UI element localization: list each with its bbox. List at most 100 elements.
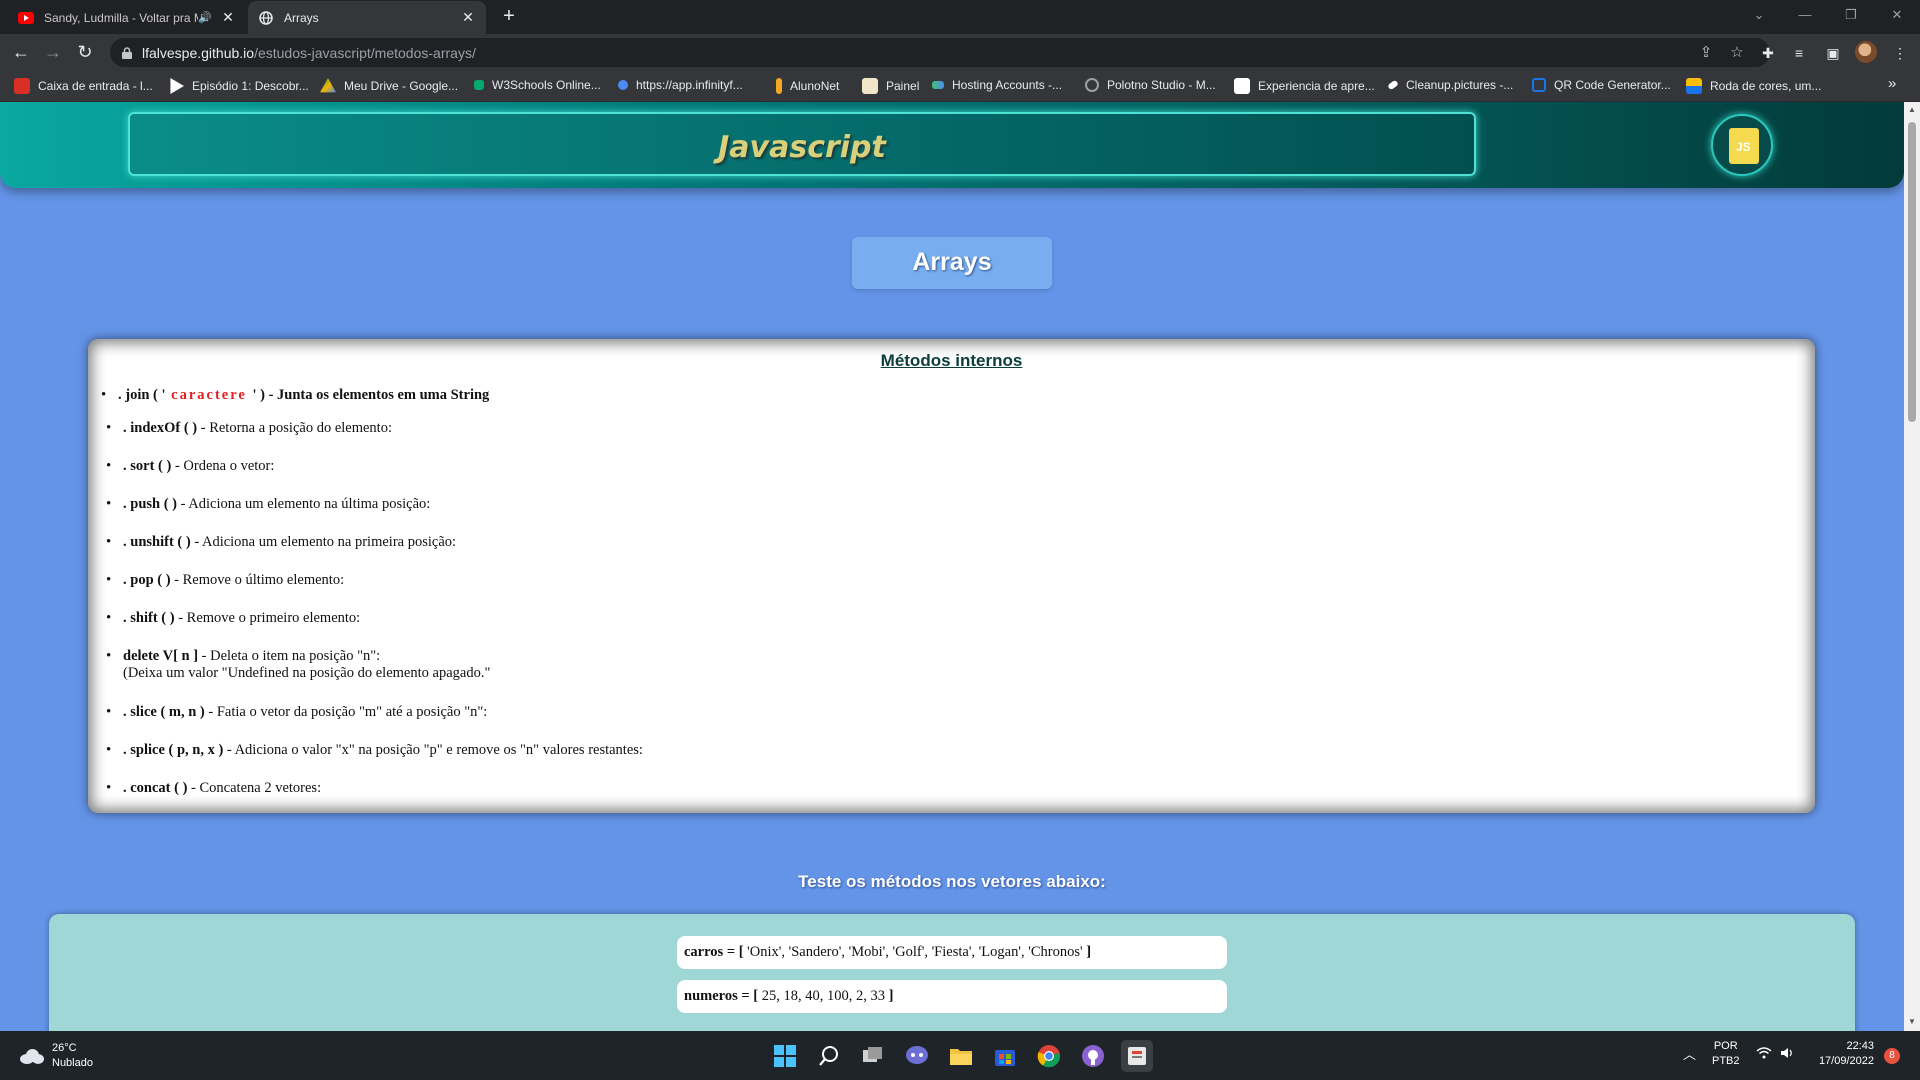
method-unshift: . unshift ( ) - Adiciona um elemento na … <box>106 534 456 551</box>
tab-arrays[interactable]: Arrays ✕ <box>248 1 486 34</box>
chrome-icon[interactable] <box>1033 1040 1065 1072</box>
bookmark-item[interactable]: https://app.infinityf... <box>618 78 743 92</box>
weather-condition: Nublado <box>52 1057 93 1069</box>
forward-button[interactable]: → <box>41 41 65 65</box>
windows-start-icon[interactable] <box>769 1040 801 1072</box>
google-drive-icon <box>320 78 336 93</box>
page-title-box: Arrays <box>852 237 1052 289</box>
clock[interactable]: 22:43 17/09/2022 <box>1810 1039 1874 1069</box>
back-button[interactable]: ← <box>9 41 33 65</box>
bookmark-item[interactable]: AlunoNet <box>776 78 839 94</box>
browser-toolbar: ← → ↻ lfalvespe.github.io/estudos-javasc… <box>0 34 1920 71</box>
method-join: . join ( ' caractere ' ) - Junta os elem… <box>101 387 489 404</box>
bookmark-item[interactable]: Roda de cores, um... <box>1686 78 1821 94</box>
infinityfree-icon <box>618 80 628 90</box>
vector-numeros: numeros = [ 25, 18, 40, 100, 2, 33 ] <box>677 980 1227 1013</box>
close-tab-icon[interactable]: ✕ <box>460 9 476 26</box>
wifi-icon[interactable] <box>1756 1047 1772 1064</box>
side-panel-icon[interactable]: ▣ <box>1823 43 1843 63</box>
cloud-icon <box>18 1048 44 1064</box>
vector-carros: carros = [ 'Onix', 'Sandero', 'Mobi', 'G… <box>677 936 1227 969</box>
bookmark-item[interactable]: Caixa de entrada - l... <box>14 78 153 94</box>
address-bar[interactable]: lfalvespe.github.io/estudos-javascript/m… <box>110 38 1770 67</box>
clock-date: 17/09/2022 <box>1818 1055 1874 1067</box>
painel-icon <box>862 78 878 94</box>
language-indicator[interactable]: POR PTB2 <box>1712 1039 1740 1069</box>
bookmark-item[interactable]: Meu Drive - Google... <box>320 78 458 94</box>
bookmark-item[interactable]: Painel <box>862 78 919 94</box>
tab-youtube[interactable]: Sandy, Ludmilla - Voltar pra Mim 🔊 ✕ <box>8 1 246 34</box>
file-explorer-icon[interactable] <box>945 1040 977 1072</box>
site-header: Javascript JS <box>0 102 1904 188</box>
methods-card: Métodos internos . join ( ' caractere ' … <box>88 339 1815 813</box>
method-splice: . splice ( p, n, x ) - Adiciona o valor … <box>106 742 643 759</box>
volume-icon[interactable] <box>1780 1047 1794 1064</box>
github-icon[interactable] <box>1077 1040 1109 1072</box>
search-icon[interactable] <box>813 1040 845 1072</box>
lock-icon[interactable] <box>122 46 132 59</box>
menu-icon[interactable]: ⋮ <box>1890 43 1910 63</box>
qr-code-icon <box>1532 78 1546 92</box>
bookmark-item[interactable]: Cleanup.pictures -... <box>1387 78 1513 92</box>
bookmark-item[interactable]: Polotno Studio - M... <box>1085 78 1216 92</box>
bookmarks-bar: Caixa de entrada - l... Episódio 1: Desc… <box>0 71 1920 102</box>
audio-playing-icon[interactable]: 🔊 <box>198 11 212 24</box>
globe-icon <box>258 10 274 26</box>
tab-search-icon[interactable]: ⌄ <box>1736 0 1782 30</box>
method-concat: . concat ( ) - Concatena 2 vetores: <box>106 780 321 797</box>
method-pop: . pop ( ) - Remove o último elemento: <box>106 572 344 589</box>
play-icon <box>170 78 184 94</box>
alunonet-icon <box>776 78 782 94</box>
restore-button[interactable]: ❐ <box>1828 0 1874 30</box>
show-hidden-icons[interactable]: ︿ <box>1683 1047 1696 1062</box>
scroll-up-icon[interactable]: ▲ <box>1908 105 1916 114</box>
close-window-button[interactable]: ✕ <box>1874 0 1920 30</box>
scroll-down-icon[interactable]: ▼ <box>1908 1017 1916 1026</box>
cleanup-icon <box>1387 79 1399 91</box>
url-text: lfalvespe.github.io/estudos-javascript/m… <box>142 45 476 61</box>
close-tab-icon[interactable]: ✕ <box>220 9 236 26</box>
method-push: . push ( ) - Adiciona um elemento na últ… <box>106 496 430 513</box>
media-control-icon[interactable]: ≡ <box>1789 43 1809 63</box>
bookmark-item[interactable]: W3Schools Online... <box>474 78 601 92</box>
temperature: 26°C <box>52 1042 77 1054</box>
polotno-icon <box>1085 78 1099 92</box>
bookmark-item[interactable]: Episódio 1: Descobr... <box>168 78 309 94</box>
color-wheel-icon <box>1686 78 1702 94</box>
scrollbar-thumb[interactable] <box>1908 122 1916 422</box>
weather-widget[interactable]: 26°C Nublado <box>18 1041 93 1071</box>
url-host: lfalvespe.github.io <box>142 45 255 61</box>
store-icon[interactable] <box>989 1040 1021 1072</box>
page-viewport: Javascript JS Arrays Métodos internos . … <box>0 102 1904 1031</box>
page-scrollbar[interactable]: ▲ ▼ <box>1904 102 1920 1031</box>
w3schools-icon <box>474 80 484 90</box>
minimize-button[interactable]: — <box>1782 0 1828 30</box>
task-view-icon[interactable] <box>857 1040 889 1072</box>
windows-taskbar: 26°C Nublado ︿ POR PTB2 22:43 17/09/2022… <box>0 1031 1920 1080</box>
experiencia-icon <box>1234 78 1250 94</box>
js-logo-icon[interactable]: JS <box>1711 114 1773 176</box>
share-icon[interactable]: ⇪ <box>1696 43 1716 63</box>
page-title: Arrays <box>912 248 992 276</box>
bookmark-item[interactable]: QR Code Generator... <box>1532 78 1671 92</box>
bookmark-item[interactable]: Experiencia de apre... <box>1234 78 1375 94</box>
more-bookmarks-button[interactable]: » <box>1888 75 1896 92</box>
method-shift: . shift ( ) - Remove o primeiro elemento… <box>106 610 360 627</box>
chat-icon[interactable] <box>901 1040 933 1072</box>
app-icon[interactable] <box>1121 1040 1153 1072</box>
url-path: /estudos-javascript/metodos-arrays/ <box>254 45 476 61</box>
new-tab-button[interactable]: + <box>498 6 520 28</box>
site-title: Javascript <box>718 130 886 165</box>
gmail-icon <box>14 78 30 94</box>
notification-badge[interactable]: 8 <box>1884 1048 1900 1064</box>
method-slice: . slice ( m, n ) - Fatia o vetor da posi… <box>106 704 487 721</box>
bookmark-item[interactable]: Hosting Accounts -... <box>932 78 1062 92</box>
profile-avatar[interactable] <box>1855 41 1877 63</box>
youtube-icon <box>18 10 34 26</box>
reload-button[interactable]: ↻ <box>73 41 97 65</box>
bookmark-star-icon[interactable]: ☆ <box>1727 43 1747 63</box>
tab-title: Sandy, Ludmilla - Voltar pra Mim <box>44 10 198 25</box>
method-indexof: . indexOf ( ) - Retorna a posição do ele… <box>106 420 392 437</box>
extensions-icon[interactable]: ✚ <box>1758 43 1778 63</box>
header-title-box: Javascript <box>128 112 1476 176</box>
